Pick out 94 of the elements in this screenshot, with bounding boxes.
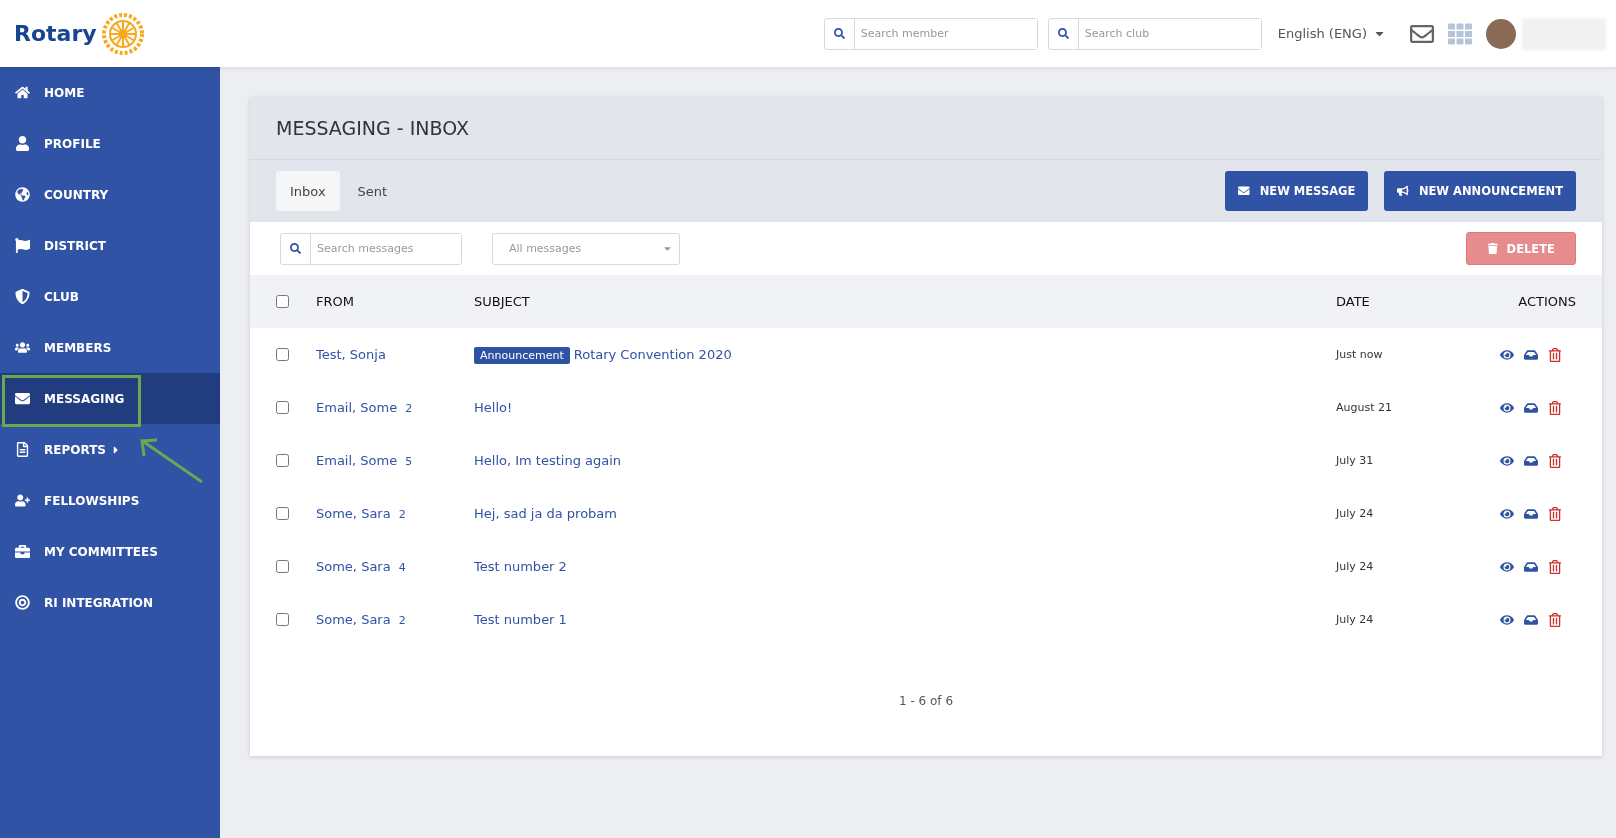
row-checkbox[interactable] [276, 560, 289, 573]
column-header: DATE [1336, 294, 1371, 309]
trash-icon[interactable] [1548, 400, 1562, 415]
nav-item[interactable]: MESSAGING [0, 373, 220, 424]
home-icon [14, 85, 30, 100]
wheel-icon [100, 11, 145, 56]
search-club-field[interactable]: Search club [1047, 17, 1262, 50]
inbox-icon[interactable] [1524, 506, 1538, 521]
message-count: 5 [405, 455, 413, 468]
pagination-text: 1 - 6 of 6 [897, 693, 955, 710]
target-icon [14, 595, 30, 610]
trash-icon[interactable] [1548, 453, 1562, 468]
nav-item[interactable]: COUNTRY [0, 169, 220, 220]
search-messages-field[interactable]: Search messages [280, 232, 462, 265]
panel-title: MESSAGING - INBOX [276, 117, 469, 139]
shield-icon [14, 289, 30, 304]
search-icon [290, 243, 301, 254]
megaphone-icon [1397, 185, 1409, 197]
document-icon [14, 442, 30, 457]
sender-link[interactable]: Test, Sonja [316, 347, 386, 362]
nav-item[interactable]: REPORTS [0, 424, 220, 475]
date-cell-text: July 24 [1336, 560, 1375, 573]
nav-item[interactable]: RI INTEGRATION [0, 577, 220, 628]
user-icon [14, 136, 30, 151]
avatar[interactable] [1486, 18, 1516, 49]
subject-link[interactable]: Test number 2 [474, 559, 567, 574]
subject-link[interactable]: Test number 1 [474, 612, 567, 627]
row-checkbox[interactable] [276, 507, 289, 520]
flag-icon [14, 238, 30, 253]
eye-icon[interactable] [1500, 506, 1514, 521]
nav-item[interactable]: HOME [0, 67, 220, 118]
inbox-icon[interactable] [1524, 612, 1538, 627]
message-count: 2 [405, 402, 413, 415]
eye-icon[interactable] [1500, 559, 1514, 574]
subject-link[interactable]: Hello! [474, 400, 513, 415]
nav-item[interactable]: PROFILE [0, 118, 220, 169]
tab[interactable]: Sent [343, 171, 402, 211]
date-cell-text: July 24 [1336, 507, 1375, 520]
date-cell-text: August 21 [1336, 401, 1393, 414]
nav-item[interactable]: MY COMMITTEES [0, 526, 220, 577]
select-all-checkbox[interactable] [276, 295, 289, 308]
trash-icon[interactable] [1548, 347, 1562, 362]
column-header: ACTIONS [1517, 294, 1576, 309]
sender-link[interactable]: Some, Sara [316, 612, 391, 627]
envelope-icon [14, 391, 30, 406]
date-cell-text: Just now [1336, 348, 1384, 361]
nav-item[interactable]: DISTRICT [0, 220, 220, 271]
date-cell-text: July 24 [1336, 613, 1375, 626]
trash-icon [1487, 242, 1499, 255]
trash-icon[interactable] [1548, 612, 1562, 627]
logo-text: Rotary [14, 21, 97, 46]
sender-link[interactable]: Email, Some [316, 400, 398, 415]
trash-icon[interactable] [1548, 506, 1562, 521]
column-header: SUBJECT [474, 294, 531, 309]
subject-link[interactable]: Hello, Im testing again [474, 453, 622, 468]
sender-link[interactable]: Email, Some [316, 453, 398, 468]
search-member-field[interactable]: Search member [823, 17, 1038, 50]
briefcase-icon [14, 544, 30, 559]
date-cell-text: July 31 [1336, 454, 1375, 467]
message-count: 2 [398, 508, 406, 521]
search-icon [1057, 28, 1069, 39]
row-checkbox[interactable] [276, 454, 289, 467]
inbox-icon[interactable] [1524, 559, 1538, 574]
eye-icon[interactable] [1500, 347, 1514, 362]
nav-item[interactable]: MEMBERS [0, 322, 220, 373]
users-icon [14, 340, 30, 355]
new-announcement-button[interactable]: NEW ANNOUNCEMENT [1384, 171, 1576, 211]
message-count: 4 [398, 561, 406, 574]
inbox-icon[interactable] [1524, 453, 1538, 468]
new-message-button[interactable]: NEW MESSAGE [1225, 171, 1369, 211]
column-header: FROM [316, 294, 355, 309]
row-checkbox[interactable] [276, 401, 289, 414]
subject-link[interactable]: Rotary Convention 2020 [573, 347, 732, 362]
message-count: 2 [398, 614, 406, 627]
tab[interactable]: Inbox [276, 171, 340, 211]
eye-icon[interactable] [1500, 612, 1514, 627]
search-icon [833, 28, 845, 39]
inbox-icon[interactable] [1524, 347, 1538, 362]
eye-icon[interactable] [1500, 400, 1514, 415]
inbox-icon[interactable] [1524, 400, 1538, 415]
user-plus-icon [14, 493, 30, 508]
nav-item[interactable]: CLUB [0, 271, 220, 322]
row-checkbox[interactable] [276, 613, 289, 626]
row-checkbox[interactable] [276, 348, 289, 361]
nav-item[interactable]: FELLOWSHIPS [0, 475, 220, 526]
trash-icon[interactable] [1548, 559, 1562, 574]
eye-icon[interactable] [1500, 453, 1514, 468]
subject-link[interactable]: Hej, sad ja da probam [474, 506, 617, 521]
announcement-tag: Announcement [474, 347, 570, 364]
globe-icon [14, 187, 30, 202]
sender-link[interactable]: Some, Sara [316, 506, 391, 521]
language-dropdown[interactable]: English (ENG) [1271, 25, 1392, 42]
sender-link[interactable]: Some, Sara [316, 559, 391, 574]
envelope-icon [1238, 185, 1250, 197]
